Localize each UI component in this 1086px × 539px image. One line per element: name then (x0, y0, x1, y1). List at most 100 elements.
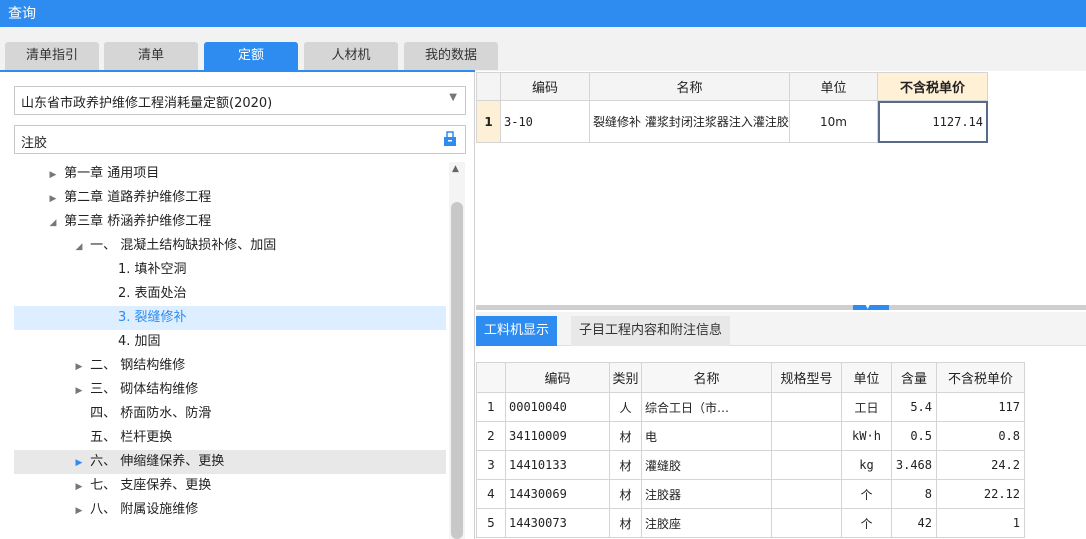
table-row[interactable]: 3 14410133 材 灌缝胶 kg 3.468 24.2 (476, 450, 1025, 480)
resource-name[interactable]: 灌缝胶 (641, 450, 772, 480)
tab-bill-guide[interactable]: 清单指引 (5, 42, 99, 70)
resource-spec[interactable] (771, 421, 842, 451)
panel-splitter[interactable]: ▼ (476, 302, 1086, 310)
quota-code[interactable]: 3-10 (500, 100, 590, 143)
col-code-header[interactable]: 编码 (500, 72, 590, 101)
resource-type[interactable]: 材 (609, 450, 642, 480)
resource-type[interactable]: 材 (609, 479, 642, 509)
tree-node-label: 2. 表面处治 (118, 286, 187, 301)
col-spec-header[interactable]: 规格型号 (771, 362, 842, 393)
col-name-header[interactable]: 名称 (589, 72, 790, 101)
quota-name[interactable]: 裂缝修补 灌浆封闭注浆器注入灌注胶 (589, 100, 790, 143)
table-row[interactable]: 1 00010040 人 综合工日（市… 工日 5.4 117 (476, 392, 1025, 422)
table-row[interactable]: 1 3-10 裂缝修补 灌浆封闭注浆器注入灌注胶 10m 1127.14 (476, 100, 988, 143)
tree-node[interactable]: 四、 桥面防水、防滑 (14, 402, 446, 426)
resource-code[interactable]: 14410133 (505, 450, 610, 480)
tab-work-content-notes[interactable]: 子目工程内容和附注信息 (571, 316, 731, 346)
quota-unit[interactable]: 10m (789, 100, 878, 143)
tree-node[interactable]: 4. 加固 (14, 330, 446, 354)
resource-price[interactable]: 22.12 (936, 479, 1025, 509)
tree-node[interactable]: ◢ 一、 混凝土结构缺损补修、加固 (14, 234, 446, 258)
expand-arrow-icon[interactable]: ▶ (72, 355, 86, 379)
quota-price[interactable]: 1127.14 (877, 100, 988, 143)
resource-name[interactable]: 综合工日（市… (641, 392, 772, 422)
col-price-header[interactable]: 不含税单价 (936, 362, 1025, 393)
expand-arrow-icon[interactable]: ▶ (72, 379, 86, 403)
tree-node-label: 一、 混凝土结构缺损补修、加固 (90, 238, 277, 253)
tab-bill[interactable]: 清单 (104, 42, 198, 70)
resource-unit[interactable]: 个 (841, 508, 892, 538)
col-qty-header[interactable]: 含量 (891, 362, 937, 393)
resource-code[interactable]: 14430073 (505, 508, 610, 538)
splitter-handle[interactable] (853, 305, 889, 310)
tree-node[interactable]: ▶ 二、 钢结构维修 (14, 354, 446, 378)
resource-type[interactable]: 材 (609, 421, 642, 451)
resource-code[interactable]: 00010040 (505, 392, 610, 422)
table-row[interactable]: 2 34110009 材 电 kW·h 0.5 0.8 (476, 421, 1025, 451)
tree-scrollbar[interactable]: ▲ (449, 162, 465, 539)
resource-qty[interactable]: 5.4 (891, 392, 937, 422)
tree-node[interactable]: ▶ 八、 附属设施维修 (14, 498, 446, 522)
resource-unit[interactable]: kW·h (841, 421, 892, 451)
tab-resource-display[interactable]: 工料机显示 (476, 316, 558, 346)
expand-arrow-icon[interactable]: ▶ (72, 499, 86, 523)
collapse-arrow-icon[interactable]: ◢ (72, 235, 86, 259)
resource-name[interactable]: 注胶座 (641, 508, 772, 538)
tree-node[interactable]: ▶ 七、 支座保养、更换 (14, 474, 446, 498)
resource-price[interactable]: 117 (936, 392, 1025, 422)
col-type-header[interactable]: 类别 (609, 362, 642, 393)
expand-arrow-icon[interactable]: ▶ (46, 163, 60, 187)
resource-unit[interactable]: 工日 (841, 392, 892, 422)
col-unit-header[interactable]: 单位 (789, 72, 878, 101)
col-name-header[interactable]: 名称 (641, 362, 772, 393)
collapse-arrow-icon[interactable]: ◢ (46, 211, 60, 235)
expand-arrow-icon[interactable]: ▶ (46, 187, 60, 211)
table-row[interactable]: 5 14430073 材 注胶座 个 42 1 (476, 508, 1025, 538)
resource-unit[interactable]: 个 (841, 479, 892, 509)
tree-node-selected[interactable]: 3. 裂缝修补 (14, 306, 446, 330)
collapse-down-icon[interactable]: ▼ (865, 302, 870, 310)
expand-arrow-icon[interactable]: ▶ (72, 475, 86, 499)
tree-node-label: 三、 砌体结构维修 (90, 382, 199, 397)
tab-quota[interactable]: 定额 (204, 42, 298, 70)
resource-name[interactable]: 注胶器 (641, 479, 772, 509)
resource-qty[interactable]: 3.468 (891, 450, 937, 480)
tree-node[interactable]: ▶ 第一章 通用项目 (14, 162, 446, 186)
filter-icon[interactable] (443, 131, 457, 147)
resource-unit[interactable]: kg (841, 450, 892, 480)
tree-node[interactable]: ◢ 第三章 桥涵养护维修工程 (14, 210, 446, 234)
col-unit-header[interactable]: 单位 (841, 362, 892, 393)
resource-price[interactable]: 0.8 (936, 421, 1025, 451)
tab-labor-material-machine[interactable]: 人材机 (304, 42, 398, 70)
resource-spec[interactable] (771, 508, 842, 538)
col-price-header[interactable]: 不含税单价 (877, 72, 988, 101)
col-code-header[interactable]: 编码 (505, 362, 610, 393)
resource-code[interactable]: 14430069 (505, 479, 610, 509)
resource-type[interactable]: 材 (609, 508, 642, 538)
resource-qty[interactable]: 0.5 (891, 421, 937, 451)
tree-node-hover[interactable]: ▶ 六、 伸缩缝保养、更换 (14, 450, 446, 474)
resource-price[interactable]: 24.2 (936, 450, 1025, 480)
resource-price[interactable]: 1 (936, 508, 1025, 538)
table-row[interactable]: 4 14430069 材 注胶器 个 8 22.12 (476, 479, 1025, 509)
resource-spec[interactable] (771, 479, 842, 509)
tree-node[interactable]: 2. 表面处治 (14, 282, 446, 306)
tree-node[interactable]: 五、 栏杆更换 (14, 426, 446, 450)
tree-node[interactable]: ▶ 三、 砌体结构维修 (14, 378, 446, 402)
resource-name[interactable]: 电 (641, 421, 772, 451)
tree-node[interactable]: ▶ 第二章 道路养护维修工程 (14, 186, 446, 210)
tree-node[interactable]: 1. 填补空洞 (14, 258, 446, 282)
expand-arrow-icon[interactable]: ▶ (72, 451, 86, 475)
resource-qty[interactable]: 8 (891, 479, 937, 509)
scroll-up-arrow-icon[interactable]: ▲ (452, 164, 459, 174)
resource-qty[interactable]: 42 (891, 508, 937, 538)
scrollbar-thumb[interactable] (451, 202, 463, 539)
resource-code[interactable]: 34110009 (505, 421, 610, 451)
tab-my-data[interactable]: 我的数据 (404, 42, 498, 70)
resource-spec[interactable] (771, 392, 842, 422)
quota-library-select[interactable]: 山东省市政养护维修工程消耗量定额(2020) ▼ (14, 86, 466, 115)
resource-type[interactable]: 人 (609, 392, 642, 422)
dropdown-arrow-icon[interactable]: ▼ (449, 92, 457, 103)
resource-spec[interactable] (771, 450, 842, 480)
search-input[interactable]: 注胶 (14, 125, 466, 154)
